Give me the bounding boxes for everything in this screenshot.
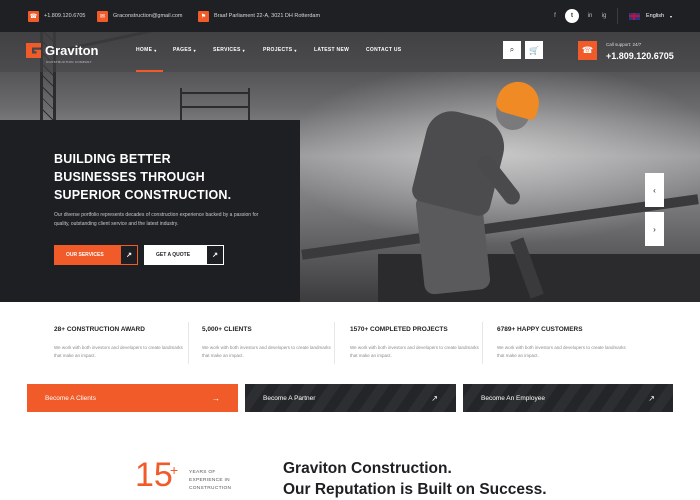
location-icon: ⚑ [198,10,209,22]
cta-label: Become A Clients [45,394,96,402]
chevron-down-icon: ▾ [154,47,157,53]
years-plus: + [170,462,179,478]
chevron-right-icon: › [653,224,656,234]
topbar-address[interactable]: ⚑ Braaf Parliament 22-A, 3021 DH Rotterd… [198,10,320,22]
nav-label: SERVICES [213,47,241,53]
search-button[interactable]: ⌕ [503,41,521,59]
stat-item: 28+ CONSTRUCTION AWARD We work with both… [54,326,204,360]
arrow-up-right-icon: ↗ [120,245,138,265]
nav-active-indicator [136,70,163,72]
get-a-quote-label: GET A QUOTE [156,252,191,258]
years-caption-line: EXPERIENCE IN [189,478,230,483]
stat-title: 28+ CONSTRUCTION AWARD [54,326,145,333]
chevron-down-icon: ▾ [193,47,196,53]
topbar-email-text: Graconstruction@gmail.com [113,13,183,19]
facebook-icon[interactable]: f [550,9,560,23]
nav-contact-us[interactable]: CONTACT US [366,47,416,53]
stat-description: We work with both investors and develope… [497,345,626,358]
stat-item: 6789+ HAPPY CUSTOMERS We work with both … [497,326,647,360]
nav-label: PAGES [173,47,192,53]
become-employee-button[interactable]: Become An Employee ↗ [463,384,673,412]
years-number: 15 [135,456,173,494]
call-support-label: Call support: 24/7 [606,42,642,47]
instagram-icon[interactable]: ig [599,9,609,23]
hero-title: BUILDING BETTER BUSINESSES THROUGH SUPER… [54,150,294,204]
nav-home[interactable]: HOME ▾ [136,47,173,53]
cta-label: Become An Employee [481,394,545,402]
topbar-divider [617,8,618,24]
linkedin-icon[interactable]: in [585,9,595,23]
topbar-phone-text: +1.809.120.6705 [44,13,86,19]
stat-divider [334,322,335,364]
mail-icon: ✉ [97,10,108,22]
arrow-up-right-icon: ↗ [648,393,655,403]
about-heading: Graviton Construction. Our Reputation is… [283,458,547,500]
top-bar: ☎ +1.809.120.6705 ✉ Graconstruction@gmai… [0,0,700,32]
slider-prev-button[interactable]: ‹ [645,173,664,207]
hero-title-line: BUILDING BETTER [54,152,171,166]
search-icon: ⌕ [509,45,515,54]
stat-divider [188,322,189,364]
uk-flag-icon [629,12,640,20]
language-selector[interactable]: English ▾ [629,10,672,22]
cta-label: Become A Partner [263,394,316,402]
topbar-phone[interactable]: ☎ +1.809.120.6705 [28,10,85,22]
call-support-button[interactable]: ☎ [578,41,597,60]
stat-description: We work with both investors and develope… [202,345,331,358]
slider-next-button[interactable]: › [645,212,664,246]
stat-title: 1570+ COMPLETED PROJECTS [350,326,448,333]
chevron-down-icon: ▾ [294,47,297,53]
years-caption: YEARS OF EXPERIENCE IN CONSTRUCTION [189,469,231,493]
about-heading-line: Graviton Construction. [283,460,452,477]
topbar-email[interactable]: ✉ Graconstruction@gmail.com [97,10,182,22]
about-heading-line: Our Reputation is Built on Success. [283,481,547,498]
phone-icon: ☎ [581,45,594,55]
hero-description: Our diverse portfolio represents decades… [54,212,259,227]
cart-button[interactable]: 🛒 [525,41,543,59]
page: ☎ +1.809.120.6705 ✉ Graconstruction@gmai… [0,0,700,500]
twitter-icon[interactable]: t [565,9,579,23]
chevron-left-icon: ‹ [653,185,656,195]
topbar-address-text: Braaf Parliament 22-A, 3021 DH Rotterdam [214,13,321,19]
nav-pages[interactable]: PAGES ▾ [173,47,213,53]
nav-label: CONTACT US [366,47,402,53]
nav-label: HOME [136,47,153,53]
hero-title-line: SUPERIOR CONSTRUCTION. [54,188,232,202]
main-nav: HOME ▾ PAGES ▾ SERVICES ▾ PROJECTS ▾ LATEST … [136,47,416,53]
hero-title-line: BUSINESSES THROUGH [54,170,205,184]
cart-icon: 🛒 [529,45,539,55]
nav-label: PROJECTS [263,47,293,53]
logo-text: Graviton [45,43,99,58]
stat-divider [482,322,483,364]
logo-mark-icon [26,43,41,58]
stat-title: 5,000+ CLIENTS [202,326,252,333]
get-a-quote-button[interactable]: GET A QUOTE ↗ [144,245,224,265]
logo[interactable]: Graviton [26,43,98,58]
nav-services[interactable]: SERVICES ▾ [213,47,263,53]
stat-item: 5,000+ CLIENTS We work with both investo… [202,326,352,360]
call-support-number[interactable]: +1.809.120.6705 [606,51,674,61]
nav-projects[interactable]: PROJECTS ▾ [263,47,314,53]
nav-label: LATEST NEW [314,47,350,53]
arrow-up-right-icon: ↗ [206,245,224,265]
stat-description: We work with both investors and develope… [54,345,183,358]
language-label: English [646,13,665,19]
arrow-right-icon: → [212,393,220,403]
chevron-down-icon: ▾ [242,47,245,53]
phone-icon: ☎ [28,10,39,22]
arrow-up-right-icon: ↗ [431,393,438,403]
years-caption-line: CONSTRUCTION [189,486,232,491]
chevron-down-icon: ▾ [670,13,673,19]
our-services-button[interactable]: OUR SERVICES ↗ [54,245,138,265]
stat-item: 1570+ COMPLETED PROJECTS We work with bo… [350,326,500,360]
become-partner-button[interactable]: Become A Partner ↗ [245,384,456,412]
our-services-label: OUR SERVICES [66,252,104,258]
logo-subtitle: CONSTRUCTION COMPANY [46,60,92,64]
years-caption-line: YEARS OF [189,470,216,475]
become-client-button[interactable]: Become A Clients → [27,384,238,412]
nav-latest-new[interactable]: LATEST NEW [314,47,366,53]
stat-title: 6789+ HAPPY CUSTOMERS [497,326,583,333]
stat-description: We work with both investors and develope… [350,345,479,358]
